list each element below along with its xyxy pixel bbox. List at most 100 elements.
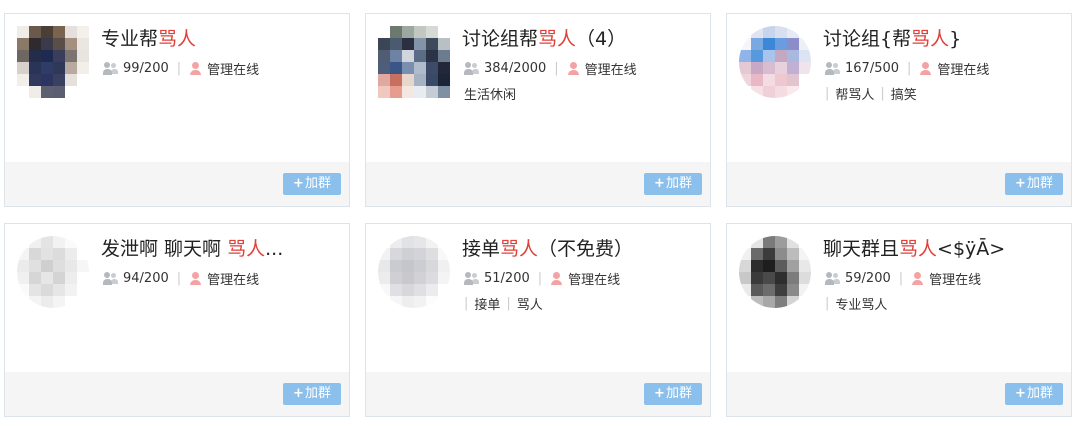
card-footer: +加群 xyxy=(5,162,349,206)
admin-icon xyxy=(919,62,932,75)
plus-icon: + xyxy=(1015,386,1026,401)
meta-divider: | xyxy=(176,271,182,286)
group-title-prefix: 讨论组帮 xyxy=(462,28,539,50)
group-title-suffix: （4） xyxy=(576,28,627,50)
card-footer: +加群 xyxy=(727,372,1071,416)
meta-divider: | xyxy=(537,271,543,286)
group-title-suffix: } xyxy=(949,28,962,50)
members-icon xyxy=(825,62,841,75)
group-tag[interactable]: 帮骂人 xyxy=(835,84,874,103)
group-tags: | 接单 | 骂人 xyxy=(464,294,549,313)
group-title[interactable]: 讨论组{帮骂人} xyxy=(823,24,961,51)
join-label: 加群 xyxy=(304,176,331,191)
join-group-button[interactable]: +加群 xyxy=(1005,383,1063,405)
group-meta: 51/200 | 管理在线 xyxy=(464,269,620,288)
group-title-prefix: 专业帮 xyxy=(101,28,159,50)
join-label: 加群 xyxy=(665,386,692,401)
group-title-keyword: 骂人 xyxy=(158,28,197,50)
join-group-button[interactable]: +加群 xyxy=(283,383,341,405)
group-title[interactable]: 发泄啊 聊天啊 骂人... xyxy=(101,234,283,261)
group-title-prefix: 接单 xyxy=(462,238,501,260)
member-count: 99/200 xyxy=(123,61,169,76)
join-label: 加群 xyxy=(1026,176,1053,191)
group-tags: 生活休闲 xyxy=(464,84,522,103)
meta-divider: | xyxy=(554,61,559,76)
group-tag[interactable]: 专业骂人 xyxy=(835,294,887,313)
admin-status: 管理在线 xyxy=(207,63,260,78)
group-meta: 99/200 | 管理在线 xyxy=(103,59,259,78)
tag-divider: | xyxy=(506,296,511,311)
member-count: 51/200 xyxy=(484,271,530,286)
group-avatar[interactable] xyxy=(739,236,811,308)
member-count: 94/200 xyxy=(123,271,169,286)
admin-status: 管理在线 xyxy=(568,273,621,288)
members-icon xyxy=(464,272,480,285)
group-title-keyword: 骂人 xyxy=(538,28,577,50)
group-meta: 167/500 | 管理在线 xyxy=(825,59,989,78)
group-tag[interactable]: 生活休闲 xyxy=(464,84,516,103)
group-tag[interactable]: 搞笑 xyxy=(891,84,917,103)
join-group-button[interactable]: +加群 xyxy=(644,173,702,195)
group-title-keyword: 骂人 xyxy=(227,238,266,260)
card-footer: +加群 xyxy=(366,372,710,416)
members-icon xyxy=(464,62,480,75)
group-avatar[interactable] xyxy=(378,236,450,308)
group-avatar[interactable] xyxy=(17,236,89,308)
plus-icon: + xyxy=(654,176,665,191)
members-icon xyxy=(825,272,841,285)
admin-status: 管理在线 xyxy=(207,273,260,288)
group-title-keyword: 骂人 xyxy=(899,238,938,260)
group-title-keyword: 骂人 xyxy=(500,238,539,260)
group-title-suffix: <$ÿĀ> xyxy=(937,238,1006,260)
member-count: 384/2000 xyxy=(484,61,547,76)
group-avatar[interactable] xyxy=(17,26,89,98)
members-icon xyxy=(103,62,119,75)
admin-icon xyxy=(550,272,563,285)
group-card[interactable]: 讨论组帮骂人（4） 384/2000 | 管理在线生活休闲 +加群 xyxy=(365,13,711,207)
group-title[interactable]: 专业帮骂人 xyxy=(101,24,196,51)
group-title-prefix: 讨论组{帮 xyxy=(823,28,912,50)
group-card[interactable]: 接单骂人（不免费） 51/200 | 管理在线 | 接单 | 骂人 +加群 xyxy=(365,223,711,417)
group-card[interactable]: 发泄啊 聊天啊 骂人... 94/200 | 管理在线 +加群 xyxy=(4,223,350,417)
group-title-prefix: 发泄啊 聊天啊 xyxy=(101,238,228,260)
group-tag[interactable]: 骂人 xyxy=(517,294,543,313)
plus-icon: + xyxy=(293,176,304,191)
admin-status: 管理在线 xyxy=(929,273,982,288)
group-tags: | 专业骂人 xyxy=(825,294,893,313)
admin-icon xyxy=(567,62,580,75)
join-group-button[interactable]: +加群 xyxy=(644,383,702,405)
plus-icon: + xyxy=(293,386,304,401)
group-title-suffix: （不免费） xyxy=(538,238,634,260)
meta-divider: | xyxy=(176,61,182,76)
join-group-button[interactable]: +加群 xyxy=(283,173,341,195)
group-tags: | 帮骂人 | 搞笑 xyxy=(825,84,923,103)
meta-divider: | xyxy=(907,61,912,76)
join-label: 加群 xyxy=(665,176,692,191)
card-footer: +加群 xyxy=(366,162,710,206)
members-icon xyxy=(103,272,119,285)
tag-divider: | xyxy=(825,86,830,101)
plus-icon: + xyxy=(1015,176,1026,191)
group-avatar[interactable] xyxy=(378,26,450,98)
group-title[interactable]: 聊天群且骂人<$ÿĀ> xyxy=(823,234,1005,261)
group-avatar[interactable] xyxy=(739,26,811,98)
group-meta: 384/2000 | 管理在线 xyxy=(464,59,637,78)
admin-icon xyxy=(189,272,202,285)
tag-divider: | xyxy=(464,296,469,311)
admin-status: 管理在线 xyxy=(584,63,637,78)
group-title[interactable]: 讨论组帮骂人（4） xyxy=(462,24,626,51)
group-title[interactable]: 接单骂人（不免费） xyxy=(462,234,633,261)
join-label: 加群 xyxy=(304,386,331,401)
group-card[interactable]: 专业帮骂人 99/200 | 管理在线 +加群 xyxy=(4,13,350,207)
join-group-button[interactable]: +加群 xyxy=(1005,173,1063,195)
card-footer: +加群 xyxy=(727,162,1071,206)
tag-divider: | xyxy=(880,86,885,101)
admin-icon xyxy=(911,272,924,285)
group-title-suffix: ... xyxy=(265,238,284,260)
group-meta: 59/200 | 管理在线 xyxy=(825,269,981,288)
group-card[interactable]: 聊天群且骂人<$ÿĀ> 59/200 | 管理在线 | 专业骂人 +加群 xyxy=(726,223,1072,417)
group-card[interactable]: 讨论组{帮骂人} 167/500 | 管理在线 | 帮骂人 | 搞笑 +加群 xyxy=(726,13,1072,207)
group-tag[interactable]: 接单 xyxy=(474,294,500,313)
member-count: 59/200 xyxy=(845,271,891,286)
plus-icon: + xyxy=(654,386,665,401)
